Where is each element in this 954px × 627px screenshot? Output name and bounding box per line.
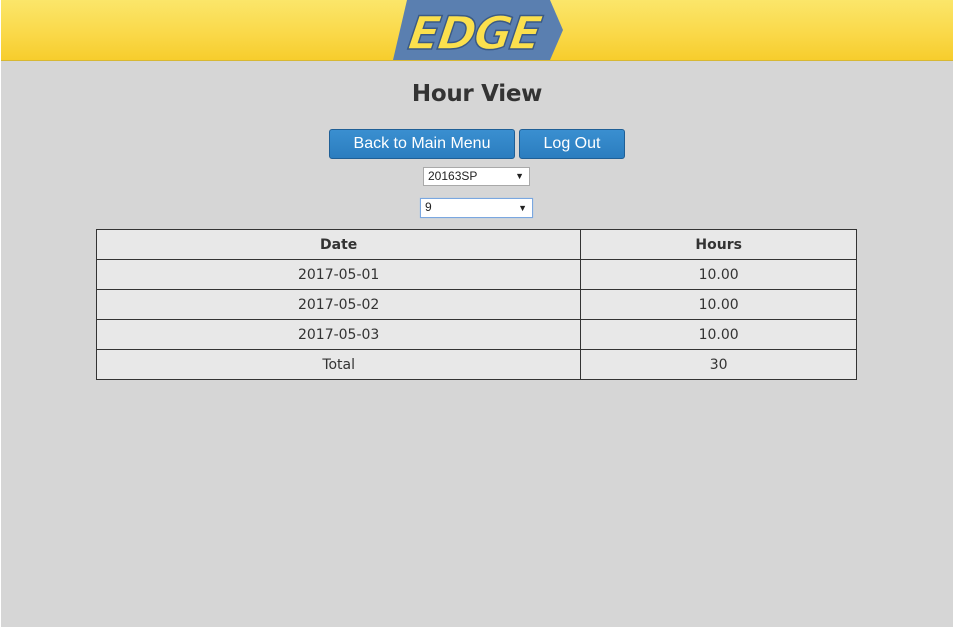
date-cell: 2017-05-03 — [95, 319, 582, 350]
hours-cell: 10.00 — [580, 319, 857, 350]
column-header-date: Date — [95, 229, 582, 260]
date-cell: 2017-05-02 — [95, 289, 582, 320]
header-banner: EDGE — [1, 0, 953, 61]
logo-text: EDGE — [405, 6, 545, 60]
page-title: Hour View — [411, 81, 543, 107]
dropdown-arrow-icon: ▼ — [518, 203, 527, 213]
hours-table: Date Hours 2017-05-01 10.00 2017-05-02 1… — [95, 229, 857, 380]
number-select[interactable]: 9 ▼ — [420, 198, 533, 218]
page: EDGE Hour View Back to Main Menu Log Out… — [1, 0, 953, 627]
total-hours-cell: 30 — [580, 349, 857, 380]
edge-logo[interactable]: EDGE — [393, 0, 563, 60]
date-cell: 2017-05-01 — [95, 259, 582, 290]
total-label-cell: Total — [95, 349, 582, 380]
table-row: 2017-05-02 10.00 — [95, 289, 857, 320]
term-select-value: 20163SP — [428, 169, 478, 183]
dropdown-arrow-icon: ▼ — [515, 171, 524, 181]
table-row: 2017-05-01 10.00 — [95, 259, 857, 290]
total-row: Total 30 — [95, 349, 857, 380]
hours-cell: 10.00 — [580, 289, 857, 320]
log-out-button[interactable]: Log Out — [519, 129, 625, 159]
term-select[interactable]: 20163SP ▼ — [423, 167, 530, 186]
number-select-value: 9 — [425, 200, 432, 214]
column-header-hours: Hours — [580, 229, 857, 260]
hours-cell: 10.00 — [580, 259, 857, 290]
table-row: 2017-05-03 10.00 — [95, 319, 857, 350]
back-to-main-menu-button[interactable]: Back to Main Menu — [329, 129, 515, 159]
table-header-row: Date Hours — [95, 229, 857, 260]
